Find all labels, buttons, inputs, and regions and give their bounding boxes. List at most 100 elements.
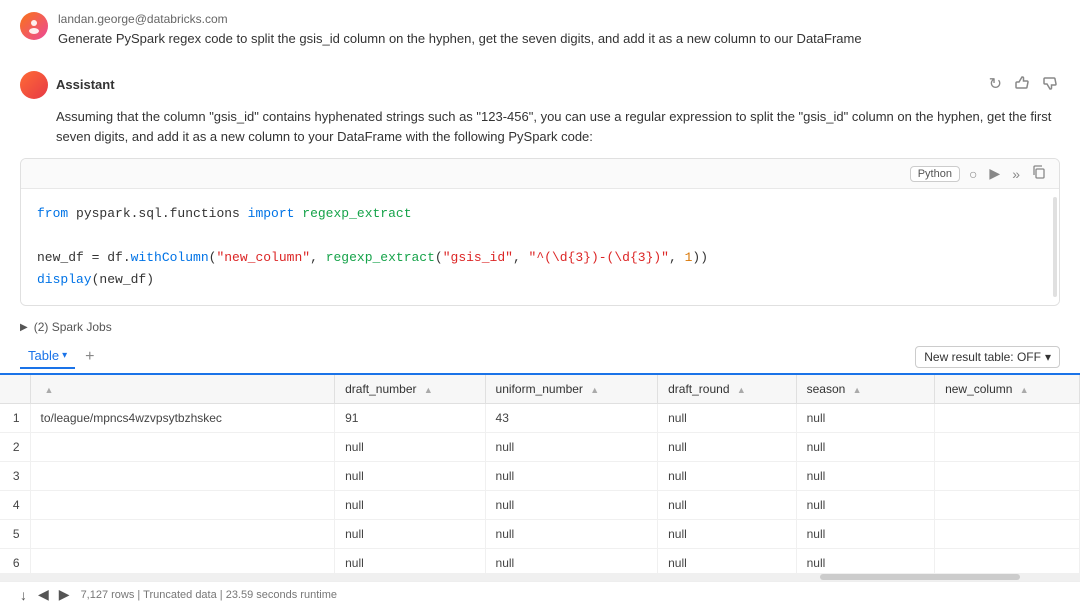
cell-uniform-number: null — [485, 549, 658, 573]
cell-rownum: 3 — [0, 462, 30, 491]
header-row: ▲ draft_number ▲ uniform_number ▲ draft_… — [0, 375, 1080, 404]
assistant-avatar — [20, 71, 48, 99]
draft-round-label: draft_round — [668, 382, 729, 396]
cell-rownum: 1 — [0, 404, 30, 433]
cell-draft-round: null — [658, 549, 796, 573]
data-table: ▲ draft_number ▲ uniform_number ▲ draft_… — [0, 375, 1080, 573]
table-row: 3 null null null null — [0, 462, 1080, 491]
code-line-1: from pyspark.sql.functions import regexp… — [37, 203, 1043, 225]
cell-rownum: 5 — [0, 520, 30, 549]
code-line-2 — [37, 225, 1043, 247]
cell-new-column — [935, 549, 1080, 573]
cell-draft-number: null — [335, 433, 485, 462]
cell-uniform-number: null — [485, 462, 658, 491]
spark-jobs-row[interactable]: ▶ (2) Spark Jobs — [0, 314, 1080, 340]
season-label: season — [807, 382, 846, 396]
assistant-header: Assistant ↻ — [20, 71, 1060, 99]
header-col-blank[interactable]: ▲ — [30, 375, 335, 404]
table-row: 2 null null null null — [0, 433, 1080, 462]
table-row: 4 null null null null — [0, 491, 1080, 520]
code-area: from pyspark.sql.functions import regexp… — [21, 189, 1059, 305]
assistant-label: Assistant — [56, 77, 115, 92]
assistant-description: Assuming that the column "gsis_id" conta… — [20, 107, 1060, 149]
thumbdown-button[interactable] — [1040, 73, 1060, 97]
table-row: 6 null null null null — [0, 549, 1080, 573]
cell-draft-round: null — [658, 433, 796, 462]
sort-icon-new-column: ▲ — [1020, 385, 1029, 395]
code-scrollbar[interactable] — [1053, 197, 1057, 297]
cell-draft-round: null — [658, 520, 796, 549]
header-new-column[interactable]: new_column ▲ — [935, 375, 1080, 404]
copy-icon[interactable] — [1029, 163, 1049, 184]
refresh-button[interactable]: ↻ — [987, 75, 1004, 95]
assistant-actions: ↻ — [987, 73, 1060, 97]
assistant-left: Assistant — [20, 71, 115, 99]
cell-new-column — [935, 462, 1080, 491]
cell-new-column — [935, 520, 1080, 549]
new-result-dropdown[interactable]: New result table: OFF ▾ — [915, 346, 1060, 368]
assistant-section: Assistant ↻ — [0, 61, 1080, 315]
sort-icon-blank: ▲ — [45, 385, 54, 395]
cell-rownum: 2 — [0, 433, 30, 462]
table-body: 1 to/league/mpncs4wzvpsytbzhskec 91 43 n… — [0, 404, 1080, 573]
thumbdown-icon — [1042, 78, 1058, 95]
table-row: 5 null null null null — [0, 520, 1080, 549]
cell-season: null — [796, 549, 934, 573]
spark-jobs-label: (2) Spark Jobs — [34, 320, 112, 334]
cell-col — [30, 491, 335, 520]
download-icon[interactable]: ↓ — [20, 587, 27, 603]
user-avatar-icon — [26, 18, 42, 34]
main-container: landan.george@databricks.com Generate Py… — [0, 0, 1080, 607]
cell-draft-number: null — [335, 549, 485, 573]
cell-uniform-number: null — [485, 520, 658, 549]
prev-page-button[interactable]: ◀ — [35, 586, 52, 603]
dropdown-chevron-icon: ▾ — [1045, 350, 1051, 364]
header-draft-number[interactable]: draft_number ▲ — [335, 375, 485, 404]
user-info: landan.george@databricks.com Generate Py… — [58, 12, 862, 49]
table-tab-area: Table ▾ + — [20, 344, 100, 369]
cell-draft-round: null — [658, 404, 796, 433]
next-page-button[interactable]: ▶ — [56, 586, 73, 603]
sort-icon-season: ▲ — [853, 385, 862, 395]
cell-draft-round: null — [658, 462, 796, 491]
bottom-nav: ◀ ▶ — [35, 586, 73, 603]
thumbup-icon — [1014, 78, 1030, 95]
cell-draft-number: 91 — [335, 404, 485, 433]
code-line-3: new_df = df.withColumn("new_column", reg… — [37, 247, 1043, 269]
more-icon[interactable]: » — [1009, 164, 1023, 184]
cell-col — [30, 462, 335, 491]
user-section: landan.george@databricks.com Generate Py… — [0, 0, 1080, 61]
new-result-label: New result table: OFF — [924, 350, 1041, 364]
cell-new-column — [935, 491, 1080, 520]
draft-number-label: draft_number — [345, 382, 416, 396]
cell-col — [30, 549, 335, 573]
scrollbar-thumb[interactable] — [820, 574, 1020, 580]
header-uniform-number[interactable]: uniform_number ▲ — [485, 375, 658, 404]
run-icon[interactable]: ▶ — [986, 163, 1003, 184]
cell-season: null — [796, 433, 934, 462]
add-tab-button[interactable]: + — [79, 346, 100, 368]
header-draft-round[interactable]: draft_round ▲ — [658, 375, 796, 404]
header-season[interactable]: season ▲ — [796, 375, 934, 404]
cell-uniform-number: null — [485, 433, 658, 462]
code-line-4: display(new_df) — [37, 269, 1043, 291]
new-column-label: new_column — [945, 382, 1012, 396]
circle-icon: ○ — [966, 164, 980, 184]
cell-draft-round: null — [658, 491, 796, 520]
uniform-number-label: uniform_number — [496, 382, 583, 396]
horizontal-scrollbar[interactable] — [0, 573, 1080, 581]
cell-new-column — [935, 404, 1080, 433]
cell-col — [30, 520, 335, 549]
tab-chevron-icon: ▾ — [62, 350, 67, 361]
table-tab-label: Table — [28, 348, 59, 363]
cell-col — [30, 433, 335, 462]
cell-uniform-number: null — [485, 491, 658, 520]
header-rownum — [0, 375, 30, 404]
sort-icon-draft-number: ▲ — [424, 385, 433, 395]
user-email: landan.george@databricks.com — [58, 12, 862, 26]
rows-info: 7,127 rows | Truncated data | 23.59 seco… — [81, 589, 337, 601]
user-avatar — [20, 12, 48, 40]
cell-col: to/league/mpncs4wzvpsytbzhskec — [30, 404, 335, 433]
table-tab[interactable]: Table ▾ — [20, 344, 75, 369]
thumbup-button[interactable] — [1012, 73, 1032, 97]
